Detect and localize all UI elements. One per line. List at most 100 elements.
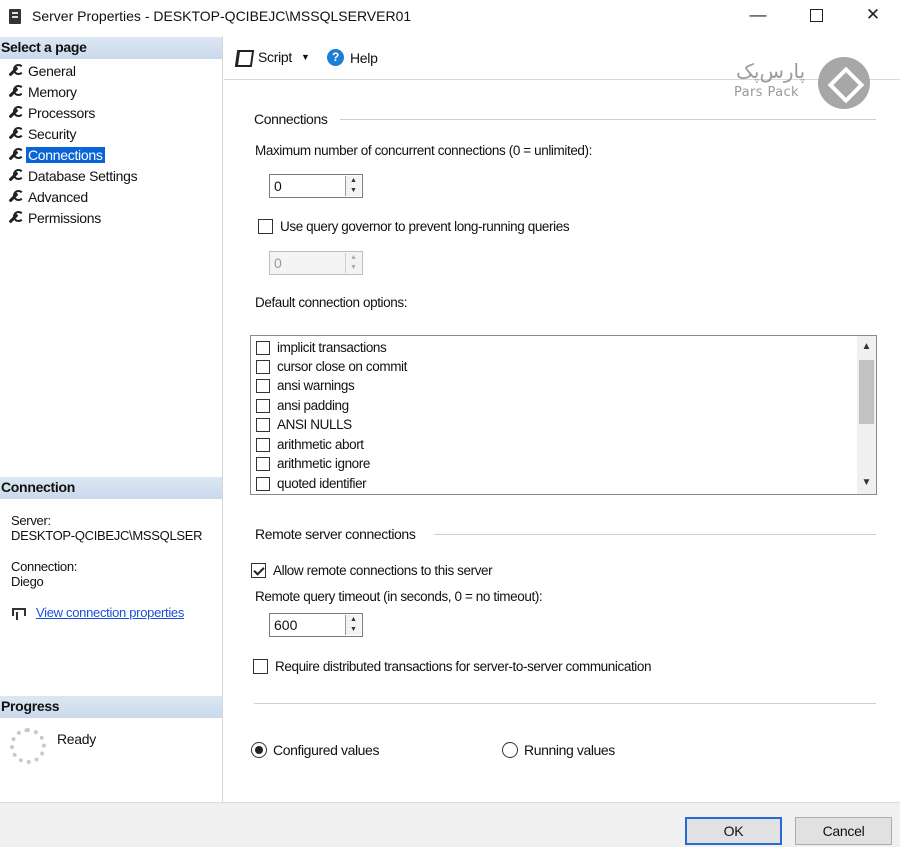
- connection-header: Connection: [0, 477, 222, 499]
- scroll-up-icon[interactable]: ▲: [857, 338, 876, 356]
- max-concurrent-label: Maximum number of concurrent connections…: [255, 143, 592, 158]
- checkbox-box[interactable]: [258, 219, 273, 234]
- plug-icon: [10, 606, 26, 620]
- distributed-transactions-label: Require distributed transactions for ser…: [275, 659, 652, 674]
- title-bar: Server Properties - DESKTOP-QCIBEJC\MSSQ…: [0, 0, 900, 34]
- remote-timeout-stepper[interactable]: 600 ▲ ▼: [269, 613, 363, 637]
- scroll-thumb[interactable]: [859, 360, 874, 424]
- checkbox-box[interactable]: [251, 563, 266, 578]
- stepper-down-icon[interactable]: ▼: [346, 625, 361, 635]
- close-button[interactable]: ✕: [845, 0, 900, 32]
- remote-group-title: Remote server connections: [255, 526, 416, 542]
- page-item-label: Permissions: [28, 209, 101, 226]
- stepper-up-icon[interactable]: ▲: [346, 615, 361, 625]
- cancel-button[interactable]: Cancel: [795, 817, 892, 845]
- scroll-down-icon[interactable]: ▼: [857, 474, 876, 492]
- list-item[interactable]: cursor close on commit: [256, 357, 407, 376]
- script-label: Script: [258, 49, 292, 65]
- page-item-label: Advanced: [28, 188, 88, 205]
- radio-circle[interactable]: [251, 742, 267, 758]
- view-connection-properties: View connection properties: [10, 605, 184, 620]
- configured-values-label: Configured values: [273, 742, 380, 758]
- checkbox-box[interactable]: [256, 437, 270, 452]
- default-options-label: Default connection options:: [255, 295, 408, 310]
- connections-group-title: Connections: [254, 111, 328, 127]
- page-item-general[interactable]: General: [6, 60, 139, 81]
- stepper-down-icon[interactable]: ▼: [346, 186, 361, 196]
- allow-remote-checkbox[interactable]: Allow remote connections to this server: [251, 563, 493, 578]
- checkbox-box[interactable]: [256, 456, 270, 471]
- allow-remote-label: Allow remote connections to this server: [273, 563, 493, 578]
- list-item-label: ansi warnings: [277, 378, 355, 393]
- list-item[interactable]: arithmetic abort: [256, 435, 364, 454]
- minimize-button[interactable]: —: [730, 0, 786, 32]
- list-item[interactable]: quoted identifier: [256, 474, 367, 493]
- list-item-label: quoted identifier: [277, 476, 367, 491]
- page-item-security[interactable]: Security: [6, 123, 139, 144]
- page-item-label: General: [28, 62, 76, 79]
- query-governor-checkbox[interactable]: Use query governor to prevent long-runni…: [258, 219, 570, 234]
- list-item[interactable]: ANSI NULLS: [256, 415, 352, 434]
- maximize-icon: [809, 9, 823, 23]
- checkbox-box[interactable]: [256, 398, 270, 413]
- list-item[interactable]: implicit transactions: [256, 338, 387, 357]
- list-item-label: ansi padding: [277, 398, 349, 413]
- logo-farsi-text: پارس‌پک: [736, 59, 806, 83]
- remote-timeout-label: Remote query timeout (in seconds, 0 = no…: [255, 589, 543, 604]
- list-item-label: cursor close on commit: [277, 359, 407, 374]
- page-item-connections[interactable]: Connections: [6, 144, 139, 165]
- checkbox-box[interactable]: [256, 417, 270, 432]
- wrench-icon: [6, 210, 24, 225]
- help-icon: ?: [327, 49, 344, 66]
- page-item-label: Database Settings: [28, 167, 138, 184]
- configured-values-radio[interactable]: Configured values: [251, 742, 379, 758]
- chevron-down-icon[interactable]: ▼: [301, 52, 310, 62]
- stepper-buttons: ▲ ▼: [345, 253, 361, 273]
- distributed-transactions-checkbox[interactable]: Require distributed transactions for ser…: [253, 659, 652, 674]
- query-governor-label: Use query governor to prevent long-runni…: [280, 219, 570, 234]
- checkbox-box[interactable]: [256, 359, 270, 374]
- server-icon: [9, 9, 21, 24]
- page-item-advanced[interactable]: Advanced: [6, 186, 139, 207]
- max-concurrent-value[interactable]: 0: [274, 178, 282, 194]
- list-item[interactable]: ansi padding: [256, 396, 349, 415]
- page-item-label: Processors: [28, 104, 96, 121]
- checkbox-box[interactable]: [256, 340, 270, 355]
- server-value: DESKTOP-QCIBEJC\MSSQLSER: [11, 528, 203, 543]
- page-item-permissions[interactable]: Permissions: [6, 207, 139, 228]
- dialog-footer: OK Cancel: [0, 802, 900, 847]
- checkbox-box[interactable]: [256, 476, 270, 491]
- stepper-up-icon[interactable]: ▲: [346, 176, 361, 186]
- remote-timeout-value[interactable]: 600: [274, 617, 297, 633]
- stepper-buttons[interactable]: ▲ ▼: [345, 615, 361, 635]
- wrench-icon: [6, 126, 24, 141]
- page-item-label: Memory: [28, 83, 77, 100]
- view-connection-properties-link[interactable]: View connection properties: [36, 605, 184, 620]
- group-divider: [434, 534, 876, 535]
- help-button[interactable]: ? Help: [327, 49, 378, 66]
- stepper-buttons[interactable]: ▲ ▼: [345, 176, 361, 196]
- maximize-button[interactable]: [788, 0, 844, 32]
- page-item-label: Connections: [26, 146, 105, 163]
- max-concurrent-stepper[interactable]: 0 ▲ ▼: [269, 174, 363, 198]
- list-scrollbar[interactable]: ▲ ▼: [857, 336, 876, 494]
- running-values-radio[interactable]: Running values: [502, 742, 615, 758]
- radio-circle[interactable]: [502, 742, 518, 758]
- connection-value: Diego: [11, 574, 44, 589]
- checkbox-box[interactable]: [256, 378, 270, 393]
- stepper-up-icon: ▲: [350, 254, 357, 261]
- checkbox-box[interactable]: [253, 659, 268, 674]
- list-item[interactable]: arithmetic ignore: [256, 454, 370, 473]
- wrench-icon: [6, 189, 24, 204]
- left-pane: Select a page General Memory Processors …: [0, 36, 223, 802]
- parspack-logo: پارس‌پک Pars Pack: [730, 55, 872, 111]
- list-item[interactable]: ansi warnings: [256, 376, 355, 395]
- page-item-memory[interactable]: Memory: [6, 81, 139, 102]
- script-icon: [234, 49, 252, 65]
- ok-button[interactable]: OK: [685, 817, 782, 845]
- page-item-database-settings[interactable]: Database Settings: [6, 165, 139, 186]
- default-options-list[interactable]: implicit transactions cursor close on co…: [250, 335, 877, 495]
- script-button[interactable]: Script ▼: [234, 49, 310, 65]
- list-item-label: implicit transactions: [277, 340, 387, 355]
- page-item-processors[interactable]: Processors: [6, 102, 139, 123]
